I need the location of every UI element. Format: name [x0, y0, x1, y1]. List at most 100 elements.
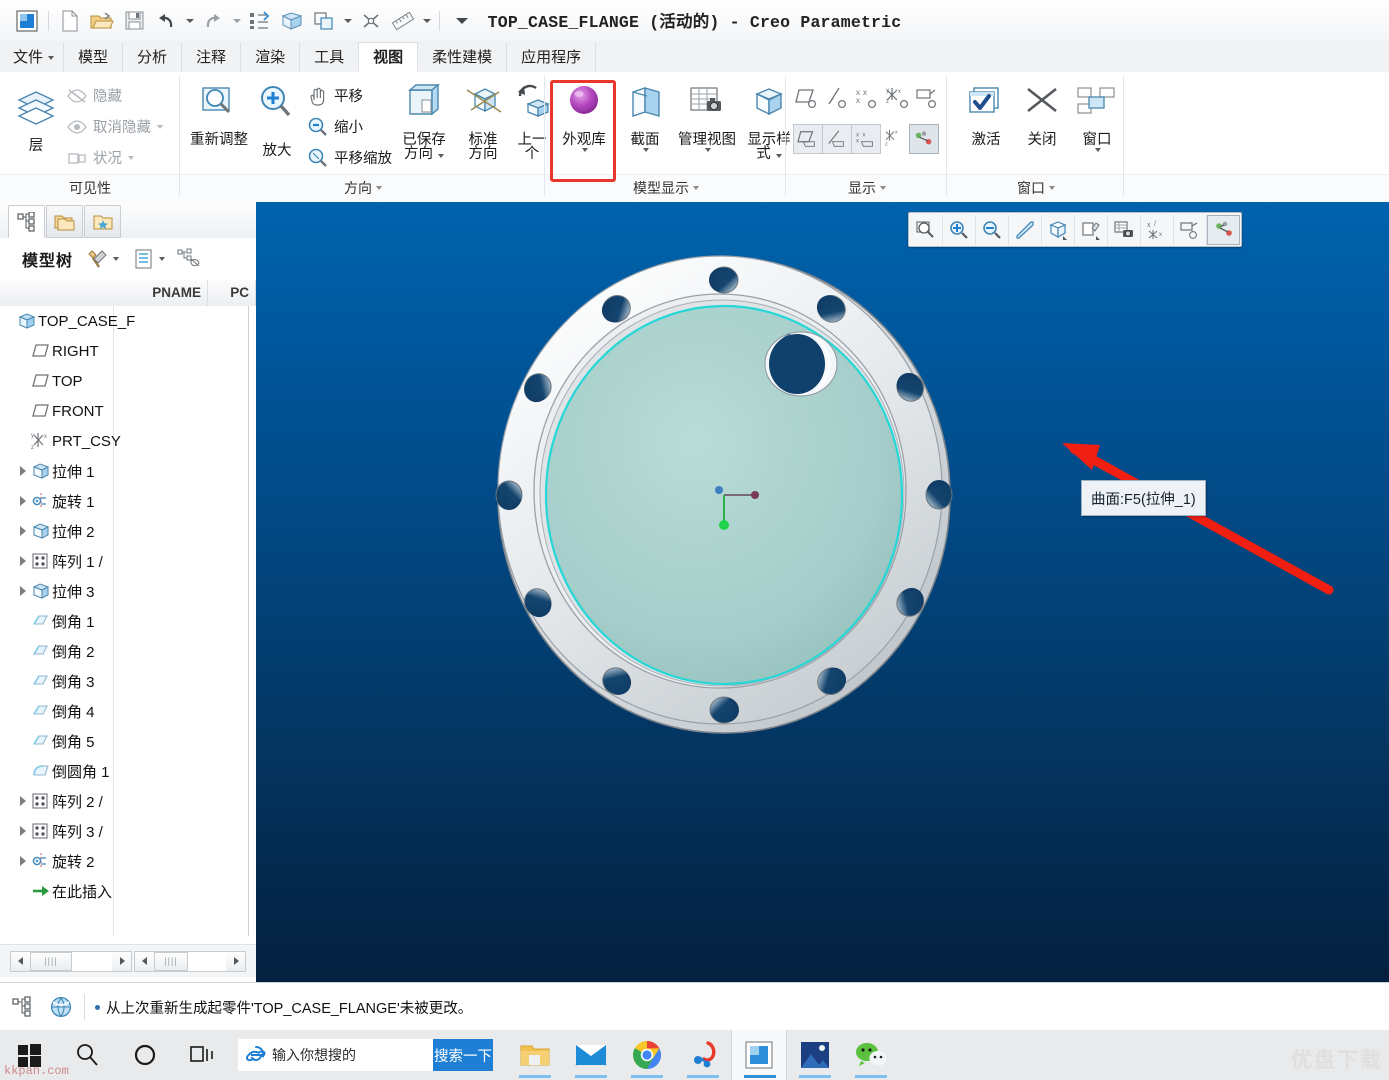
- datum-display-icon[interactable]: x / x: [1141, 214, 1174, 245]
- close-button[interactable]: 关闭: [1016, 84, 1068, 148]
- tree-item[interactable]: 阵列 2 /: [0, 786, 256, 816]
- chevron-down-icon[interactable]: [581, 148, 588, 152]
- spin-center-icon[interactable]: [909, 124, 939, 154]
- plane-tag-icon[interactable]: [793, 124, 823, 154]
- tree-item[interactable]: 倒角 5: [0, 726, 256, 756]
- chevron-down-icon[interactable]: [376, 186, 382, 190]
- chevron-down-icon[interactable]: [693, 186, 699, 190]
- tree-display-button[interactable]: [133, 248, 166, 270]
- column-header-pc[interactable]: PC: [208, 280, 256, 306]
- wechat-icon[interactable]: [843, 1030, 899, 1080]
- tree-item[interactable]: 倒角 1: [0, 606, 256, 636]
- axis-tag-icon[interactable]: [823, 124, 852, 154]
- appearance-icon[interactable]: [1075, 214, 1108, 245]
- open-file-icon[interactable]: [87, 6, 117, 36]
- expand-arrow-icon[interactable]: [18, 825, 30, 837]
- unhide-button[interactable]: 取消隐藏: [66, 116, 163, 137]
- tree-item[interactable]: 倒角 3: [0, 666, 256, 696]
- folder-browser-tab[interactable]: [46, 205, 83, 238]
- tab-render[interactable]: 渲染: [240, 43, 301, 72]
- appearance-gallery-button[interactable]: 外观库: [555, 82, 613, 152]
- model-tree-tab[interactable]: [8, 205, 45, 238]
- task-view-icon[interactable]: [174, 1030, 232, 1080]
- display-style-icon[interactable]: [1042, 214, 1075, 245]
- model-tree[interactable]: TOP_CASE_F RIGHT TOP FRONT x y z PRT_CSY 拉伸 1 旋转 …: [0, 306, 256, 936]
- tab-flexible-modeling[interactable]: 柔性建模: [417, 43, 508, 72]
- saved-view-icon[interactable]: [1108, 214, 1141, 245]
- tree-item[interactable]: 阵列 1 /: [0, 546, 256, 576]
- csys-display-icon[interactable]: x yz: [885, 86, 911, 110]
- expand-arrow-icon[interactable]: [18, 555, 30, 567]
- layers-button[interactable]: 层: [8, 84, 64, 154]
- status-button[interactable]: 状况: [66, 147, 134, 168]
- zoom-out-button[interactable]: 缩小: [307, 116, 363, 137]
- datum-display-dropdown-icon[interactable]: [341, 6, 354, 36]
- tree-filters-button[interactable]: [177, 248, 201, 270]
- customize-qat-icon[interactable]: [446, 6, 476, 36]
- ie-search-box[interactable]: 输入你想搜的: [238, 1039, 433, 1071]
- tab-view[interactable]: 视图: [358, 42, 419, 72]
- expand-arrow-icon[interactable]: [18, 585, 30, 597]
- shading-icon[interactable]: [277, 6, 307, 36]
- scroll-right-arrow-icon[interactable]: [112, 951, 131, 971]
- tree-item[interactable]: 倒角 4: [0, 696, 256, 726]
- spin-center-icon[interactable]: [1207, 214, 1240, 245]
- tree-item[interactable]: 拉伸 2: [0, 516, 256, 546]
- point-tag-icon[interactable]: xxx: [852, 124, 881, 154]
- tab-analysis[interactable]: 分析: [122, 43, 183, 72]
- repaint-icon[interactable]: [1009, 214, 1042, 245]
- flange-model[interactable]: [256, 202, 1389, 982]
- tree-item[interactable]: x y z PRT_CSY: [0, 426, 256, 456]
- tree-item[interactable]: 在此插入: [0, 876, 256, 906]
- undo-dropdown-icon[interactable]: [183, 6, 196, 36]
- expand-arrow-icon[interactable]: [18, 795, 30, 807]
- new-file-icon[interactable]: [55, 6, 85, 36]
- browser-toggle-icon[interactable]: [46, 992, 76, 1022]
- section-button[interactable]: 截面: [619, 82, 671, 152]
- creo-icon[interactable]: [731, 1030, 787, 1080]
- tree-settings-button[interactable]: [87, 248, 120, 270]
- chevron-down-icon[interactable]: [880, 186, 886, 190]
- regenerate-icon[interactable]: [245, 6, 275, 36]
- measure-dropdown-icon[interactable]: [420, 6, 433, 36]
- pan-button[interactable]: 平移: [307, 85, 363, 106]
- refit-button[interactable]: 重新调整: [190, 82, 248, 147]
- favorites-tab[interactable]: [84, 205, 121, 238]
- tree-hscrollbar-2[interactable]: ||||: [134, 950, 246, 972]
- zoom-out-icon[interactable]: [976, 214, 1009, 245]
- tab-file[interactable]: 文件: [0, 43, 65, 72]
- plane-display-icon[interactable]: [795, 86, 821, 110]
- graphics-viewport[interactable]: x / x 曲面:F5(拉伸_1): [256, 202, 1389, 982]
- window-button[interactable]: 窗口: [1074, 84, 1120, 152]
- pan-zoom-button[interactable]: 平移缩放: [307, 147, 392, 168]
- model-tree-toggle-icon[interactable]: [8, 992, 38, 1022]
- app-logo-icon[interactable]: [12, 6, 42, 36]
- expand-arrow-icon[interactable]: [18, 855, 30, 867]
- refit-icon[interactable]: [910, 214, 943, 245]
- tree-item[interactable]: 拉伸 1: [0, 456, 256, 486]
- scroll-thumb[interactable]: ||||: [30, 951, 72, 971]
- hide-button[interactable]: 隐藏: [66, 85, 122, 106]
- tree-item[interactable]: TOP: [0, 366, 256, 396]
- file-explorer-icon[interactable]: [507, 1030, 563, 1080]
- tab-annotate[interactable]: 注释: [181, 43, 242, 72]
- qq-icon[interactable]: [675, 1030, 731, 1080]
- chevron-down-icon[interactable]: [704, 148, 711, 152]
- redo-icon[interactable]: [198, 6, 228, 36]
- datum-display-icon[interactable]: [309, 6, 339, 36]
- measure-icon[interactable]: [388, 6, 418, 36]
- saved-orientations-button[interactable]: 已保存 方向: [394, 82, 454, 161]
- expand-arrow-icon[interactable]: [18, 465, 30, 477]
- column-header-pname[interactable]: PNAME: [0, 280, 208, 306]
- chevron-down-icon[interactable]: [1049, 186, 1055, 190]
- scroll-left-arrow-icon-2[interactable]: [135, 951, 154, 971]
- tree-item[interactable]: 倒角 2: [0, 636, 256, 666]
- tree-item[interactable]: 倒圆角 1: [0, 756, 256, 786]
- zoom-in-icon[interactable]: [943, 214, 976, 245]
- tab-applications[interactable]: 应用程序: [506, 43, 597, 72]
- chrome-icon[interactable]: [619, 1030, 675, 1080]
- undo-icon[interactable]: [151, 6, 181, 36]
- ie-search-button[interactable]: 搜索一下: [433, 1039, 493, 1071]
- expand-arrow-icon[interactable]: [18, 525, 30, 537]
- save-icon[interactable]: [119, 6, 149, 36]
